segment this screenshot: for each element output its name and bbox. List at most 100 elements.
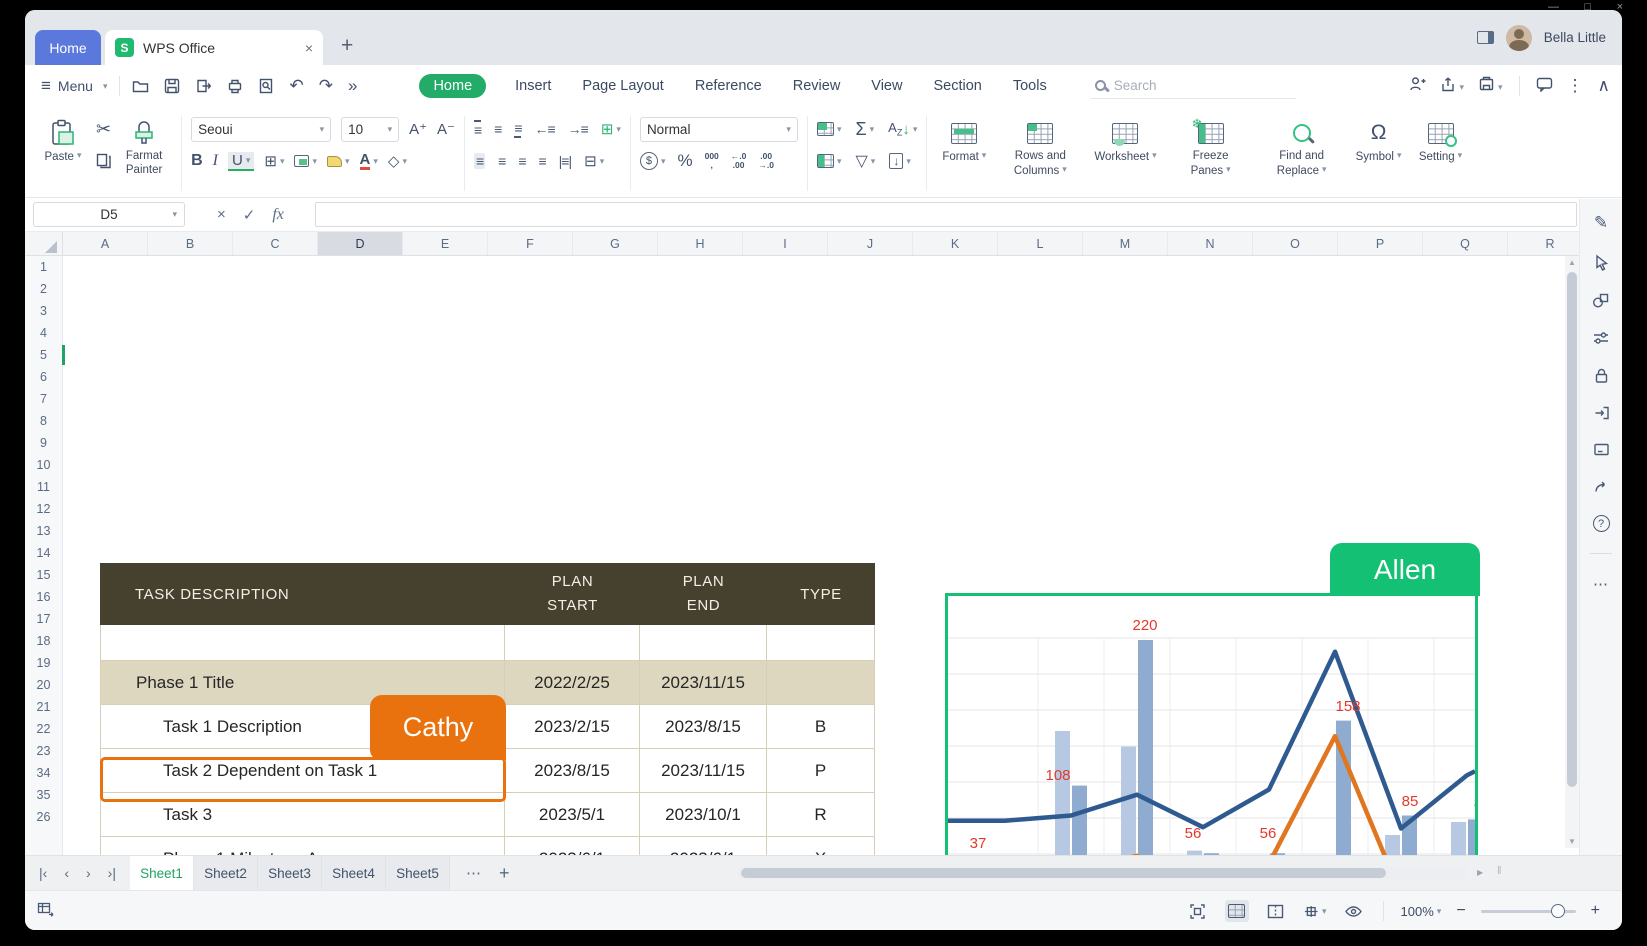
- cell-style-select[interactable]: Normal▾: [640, 117, 798, 142]
- column-header-K[interactable]: K: [913, 232, 998, 256]
- custom-view-icon[interactable]: [1303, 900, 1327, 922]
- currency-format-button[interactable]: $: [640, 152, 666, 170]
- name-box[interactable]: D5 ▾: [33, 202, 185, 227]
- menubar-tab-insert[interactable]: Insert: [513, 74, 553, 98]
- spreadsheet-grid[interactable]: 1234567891011121314151617181920212223343…: [25, 256, 1579, 855]
- task-cell-type[interactable]: P: [767, 749, 875, 793]
- shapes-icon[interactable]: [1592, 292, 1610, 309]
- sidebar-toggle-icon[interactable]: [1477, 31, 1494, 44]
- lock-protect-icon[interactable]: [1593, 367, 1610, 384]
- decrease-decimal-button[interactable]: ←.0 .00: [731, 152, 747, 171]
- search-box[interactable]: [1091, 73, 1296, 99]
- task-cell-start[interactable]: 2023/8/15: [505, 749, 640, 793]
- task-cell-desc[interactable]: Task 3: [100, 793, 505, 837]
- fit-screen-view-icon[interactable]: [1186, 900, 1210, 922]
- row-header-8[interactable]: 8: [25, 410, 62, 432]
- user-avatar[interactable]: [1506, 25, 1532, 51]
- distribute-button[interactable]: |≡|: [559, 153, 571, 169]
- increase-indent-button[interactable]: →≡: [568, 121, 588, 137]
- rows-and-columns-button[interactable]: Rows and Columns: [997, 112, 1083, 195]
- task-cell-end[interactable]: 2023/6/1: [640, 837, 767, 855]
- task-cell-start[interactable]: 2023/2/15: [505, 705, 640, 749]
- pen-annotate-icon[interactable]: ✎: [1594, 213, 1608, 233]
- conditional-format-button[interactable]: [817, 122, 842, 136]
- open-file-icon[interactable]: [132, 78, 149, 94]
- bold-button[interactable]: B: [191, 152, 203, 170]
- task-cell-type[interactable]: B: [767, 705, 875, 749]
- select-all-corner[interactable]: [25, 232, 63, 256]
- worksheet-button[interactable]: Worksheet: [1088, 112, 1162, 195]
- comment-card-icon[interactable]: [1593, 442, 1610, 457]
- sheet-tab-sheet1[interactable]: Sheet1: [130, 856, 194, 890]
- zoom-slider[interactable]: [1481, 910, 1576, 913]
- cursor-select-icon[interactable]: [1593, 254, 1610, 271]
- wrap-text-button[interactable]: ⊟: [584, 152, 604, 170]
- print-preview-icon[interactable]: [258, 78, 274, 94]
- font-name-select[interactable]: Seoui▾: [191, 117, 331, 142]
- formula-cancel-icon[interactable]: ×: [217, 206, 226, 223]
- underline-button[interactable]: U: [228, 152, 254, 171]
- increase-font-icon[interactable]: A⁺: [409, 120, 427, 138]
- decrease-indent-button[interactable]: ←≡: [534, 121, 554, 137]
- task-cell-start[interactable]: [505, 625, 640, 661]
- align-right-button[interactable]: ≡: [518, 153, 525, 169]
- row-header-12[interactable]: 12: [25, 498, 62, 520]
- format-button[interactable]: Format: [936, 112, 992, 195]
- more-tools-icon[interactable]: ⋯: [1593, 575, 1609, 593]
- name-box-dropdown-icon[interactable]: ▾: [172, 209, 177, 220]
- print-icon[interactable]: [227, 78, 243, 94]
- autosum-button[interactable]: Σ: [855, 119, 874, 140]
- task-cell-end[interactable]: [640, 625, 767, 661]
- task-cell-start[interactable]: 2023/5/1: [505, 793, 640, 837]
- zoom-level[interactable]: 100%: [1401, 904, 1442, 919]
- symbol-button[interactable]: Ω Symbol: [1350, 112, 1408, 195]
- menubar-tab-review[interactable]: Review: [791, 74, 843, 98]
- column-header-L[interactable]: L: [998, 232, 1083, 256]
- task-cell-start[interactable]: 2022/2/25: [505, 661, 640, 705]
- row-header-23[interactable]: 23: [25, 740, 62, 762]
- vertical-scrollbar-thumb[interactable]: [1567, 272, 1577, 787]
- borders-button[interactable]: ⊞: [264, 152, 284, 170]
- menubar-tab-view[interactable]: View: [869, 74, 904, 98]
- column-header-M[interactable]: M: [1083, 232, 1168, 256]
- row-header-20[interactable]: 20: [25, 674, 62, 696]
- collapse-ribbon-icon[interactable]: ∧: [1598, 76, 1610, 96]
- row-header-9[interactable]: 9: [25, 432, 62, 454]
- task-cell-type[interactable]: R: [767, 793, 875, 837]
- redo-icon[interactable]: ↷: [319, 76, 333, 96]
- help-icon[interactable]: ?: [1593, 515, 1610, 532]
- vertical-scrollbar[interactable]: ▲ ▼: [1565, 256, 1579, 848]
- row-header-19[interactable]: 19: [25, 652, 62, 674]
- embedded-chart[interactable]: 371082205656158858345678910 202220232022…: [945, 593, 1478, 855]
- add-sheet-button[interactable]: +: [499, 863, 510, 884]
- save-version-icon[interactable]: [1478, 76, 1503, 97]
- task-table-row[interactable]: [100, 625, 875, 661]
- menubar-tab-section[interactable]: Section: [931, 74, 983, 98]
- italic-button[interactable]: I: [213, 152, 218, 170]
- column-header-A[interactable]: A: [63, 232, 148, 256]
- column-header-C[interactable]: C: [233, 232, 318, 256]
- font-size-select[interactable]: 10▾: [341, 117, 399, 142]
- row-header-15[interactable]: 15: [25, 564, 62, 586]
- fill-down-button[interactable]: ↓: [889, 153, 911, 169]
- sheet-tab-sheet5[interactable]: Sheet5: [386, 856, 450, 890]
- task-cell-end[interactable]: 2023/11/15: [640, 749, 767, 793]
- zoom-in-button[interactable]: +: [1591, 902, 1600, 920]
- share-curve-icon[interactable]: [1593, 478, 1610, 494]
- document-tab-close-icon[interactable]: ×: [305, 40, 313, 56]
- row-header-10[interactable]: 10: [25, 454, 62, 476]
- task-cell-start[interactable]: 2023/6/1: [505, 837, 640, 855]
- scrollbar-splitter[interactable]: ‖: [1497, 865, 1502, 877]
- scroll-right-icon[interactable]: ▶: [1477, 868, 1483, 877]
- scroll-down-icon[interactable]: ▼: [1565, 837, 1579, 846]
- share-icon[interactable]: [1440, 76, 1464, 97]
- scroll-up-icon[interactable]: ▲: [1565, 258, 1579, 267]
- row-header-13[interactable]: 13: [25, 520, 62, 542]
- align-left-button[interactable]: ≡: [474, 153, 485, 169]
- filter-button[interactable]: ▽: [855, 151, 875, 171]
- justify-button[interactable]: ≡: [538, 153, 545, 169]
- align-top-button[interactable]: ≡: [474, 120, 481, 138]
- cut-icon[interactable]: ✂: [96, 119, 111, 140]
- task-cell-type[interactable]: [767, 625, 875, 661]
- task-cell-type[interactable]: X: [767, 837, 875, 855]
